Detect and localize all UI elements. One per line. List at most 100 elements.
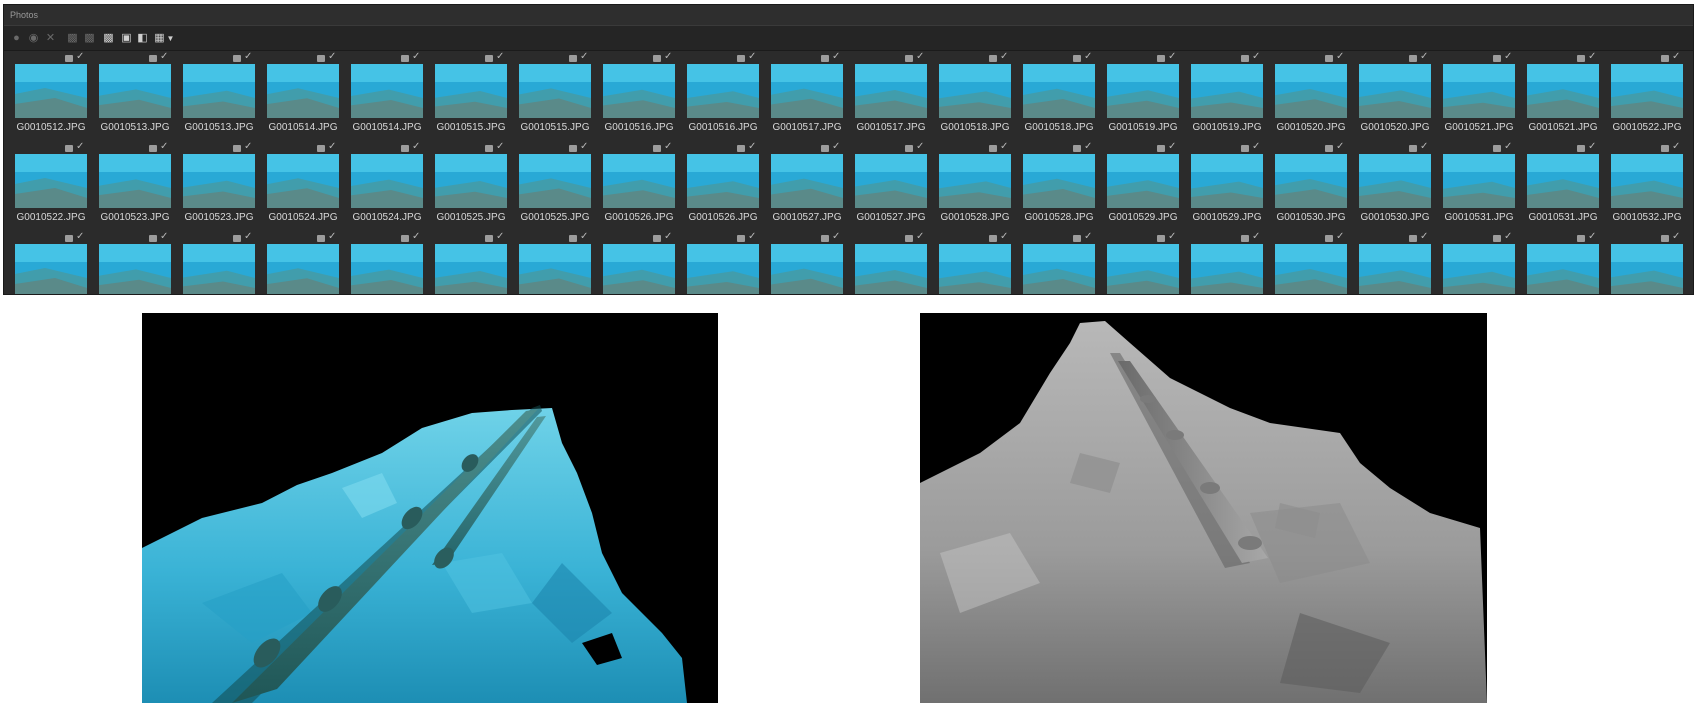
photo-thumbnail[interactable]: ✓	[1185, 232, 1269, 294]
stop-icon[interactable]: ▣	[120, 32, 133, 45]
mesh-model-view[interactable]	[920, 313, 1487, 703]
photo-thumbnail[interactable]: ✓ G0010530.JPG	[1269, 142, 1353, 234]
photo-thumbnail[interactable]: ✓ G0010515.JPG	[513, 52, 597, 144]
photo-thumbnail[interactable]: ✓ G0010530.JPG	[1353, 142, 1437, 234]
photo-thumbnail[interactable]: ✓ G0010515.JPG	[429, 52, 513, 144]
camera-copy-icon	[1577, 145, 1585, 152]
photo-thumbnail[interactable]: ✓ G0010527.JPG	[849, 142, 933, 234]
photo-thumbnail[interactable]: ✓	[177, 232, 261, 294]
photo-thumbnail[interactable]: ✓	[1437, 232, 1521, 294]
photo-thumbnail[interactable]: ✓	[9, 232, 93, 294]
photo-thumbnail[interactable]: ✓ G0010531.JPG	[1521, 142, 1605, 234]
camera-copy-icon	[1661, 55, 1669, 62]
photo-thumbnail[interactable]: ✓	[1017, 232, 1101, 294]
photo-thumbnail[interactable]: ✓ G0010520.JPG	[1353, 52, 1437, 144]
photo-thumbnail[interactable]: ✓	[1269, 231, 1353, 294]
photo-thumbnail[interactable]: ✓	[765, 232, 849, 294]
photo-thumbnail[interactable]: ✓	[681, 232, 765, 294]
photo-thumbnail[interactable]: ✓	[933, 232, 1017, 294]
photo-thumbnail[interactable]: ✓	[597, 232, 681, 294]
photo-thumbnail[interactable]: ✓ G0010523.JPG	[177, 142, 261, 234]
photo-thumbnail[interactable]: ✓ G0010524.JPG	[345, 142, 429, 234]
photo-thumbnail[interactable]: ✓ G0010524.JPG	[261, 141, 345, 234]
photo-thumbnail[interactable]: ✓	[849, 232, 933, 294]
photo-thumbnail[interactable]: ✓ G0010526.JPG	[681, 142, 765, 234]
photo-thumbnail[interactable]: ✓	[1101, 232, 1185, 294]
photo-thumbnail[interactable]: ✓ G0010516.JPG	[597, 52, 681, 144]
add-photo-icon[interactable]: ●	[10, 32, 23, 45]
photo-thumbnail[interactable]: ✓ G0010532.JPG	[1605, 142, 1689, 234]
photo-filename: G0010523.JPG	[100, 212, 170, 223]
copy-icon[interactable]: ◧	[136, 32, 149, 45]
photo-thumbnail[interactable]: ✓ G0010519.JPG	[1101, 52, 1185, 144]
checkmark-icon: ✓	[1672, 52, 1681, 62]
checkmark-icon: ✓	[76, 141, 85, 152]
camera-copy-icon	[1661, 145, 1669, 152]
photo-thumbnail[interactable]: ✓ G0010514.JPG	[261, 52, 345, 144]
photo-thumbnail[interactable]: ✓ G0010513.JPG	[177, 52, 261, 144]
photo-thumbnail-image	[1527, 154, 1599, 208]
photo-thumbnail[interactable]: ✓ G0010518.JPG	[933, 52, 1017, 144]
checkmark-icon: ✓	[328, 141, 337, 152]
photo-thumbnail[interactable]: ✓ G0010527.JPG	[765, 142, 849, 234]
photo-thumbnail[interactable]: ✓ G0010529.JPG	[1101, 142, 1185, 234]
photo-thumbnail[interactable]: ✓ G0010525.JPG	[429, 142, 513, 234]
photo-thumbnail-image	[771, 154, 843, 208]
photo-thumbnail[interactable]: ✓ G0010523.JPG	[93, 142, 177, 234]
photo-thumbnail-image	[435, 154, 507, 208]
remove-photo-icon[interactable]: ◉	[27, 32, 40, 45]
photo-thumbnail[interactable]: ✓ G0010528.JPG	[1017, 142, 1101, 234]
photo-thumbnail[interactable]: ✓	[1605, 232, 1689, 294]
align-left-icon[interactable]: ▩	[66, 32, 79, 45]
camera-copy-icon	[401, 235, 409, 242]
close-icon[interactable]: ✕	[44, 32, 57, 45]
checkmark-icon: ✓	[1252, 52, 1261, 62]
photo-thumbnail[interactable]: ✓ G0010528.JPG	[933, 142, 1017, 234]
photo-thumbnail[interactable]: ✓ G0010516.JPG	[681, 52, 765, 144]
photo-thumbnail[interactable]: ✓	[429, 232, 513, 294]
camera-copy-icon	[1493, 235, 1501, 242]
checkmark-icon: ✓	[580, 141, 589, 152]
photo-thumbnail[interactable]: ✓ G0010513.JPG	[93, 52, 177, 144]
camera-copy-icon	[485, 55, 493, 62]
photo-thumbnail[interactable]: ✓ G0010529.JPG	[1185, 142, 1269, 234]
photo-thumbnail[interactable]: ✓ G0010526.JPG	[597, 142, 681, 234]
thumbnail-status-badges: ✓	[1493, 52, 1517, 63]
photo-thumbnail[interactable]: ✓ G0010517.JPG	[765, 52, 849, 144]
photo-thumbnail[interactable]: ✓	[261, 232, 345, 294]
thumbnail-status-badges: ✓	[65, 232, 89, 243]
thumbnail-status-badges: ✓	[1493, 142, 1517, 153]
photo-filename: G0010532.JPG	[1612, 212, 1682, 223]
photo-thumbnail-image	[519, 64, 591, 118]
thumbnail-status-badges: ✓	[149, 232, 173, 243]
photo-thumbnail-image	[771, 244, 843, 294]
photo-thumbnail[interactable]: ✓ G0010518.JPG	[1017, 52, 1101, 144]
photo-thumbnail[interactable]: ✓ G0010519.JPG	[1185, 52, 1269, 144]
camera-copy-icon	[653, 235, 661, 242]
dropdown-arrow-icon[interactable]: ▼	[164, 32, 177, 45]
checkmark-icon: ✓	[1336, 231, 1345, 242]
photo-thumbnail[interactable]: ✓	[1353, 232, 1437, 294]
photo-thumbnail[interactable]: ✓	[345, 232, 429, 294]
photo-thumbnail[interactable]: ✓	[93, 232, 177, 294]
photo-thumbnail[interactable]: ✓ G0010521.JPG	[1437, 52, 1521, 144]
photo-thumbnail[interactable]: ✓ G0010514.JPG	[345, 52, 429, 144]
photo-thumbnail-image	[1611, 154, 1683, 208]
mask-icon[interactable]: ▩	[102, 32, 115, 45]
photo-thumbnail[interactable]: ✓ G0010520.JPG	[1269, 52, 1353, 144]
photo-thumbnail[interactable]: ✓ G0010522.JPG	[1605, 52, 1689, 144]
photo-thumbnail[interactable]: ✓ G0010522.JPG	[9, 141, 93, 234]
align-right-icon[interactable]: ▩	[83, 32, 96, 45]
photo-thumbnail[interactable]: ✓	[1521, 232, 1605, 294]
photo-thumbnail-image	[1611, 64, 1683, 118]
photo-thumbnail[interactable]: ✓ G0010521.JPG	[1521, 52, 1605, 144]
photo-thumbnail[interactable]: ✓ G0010517.JPG	[849, 52, 933, 144]
photo-thumbnail[interactable]: ✓ G0010531.JPG	[1437, 142, 1521, 234]
photo-thumbnail[interactable]: ✓ G0010525.JPG	[513, 141, 597, 234]
thumbnail-status-badges: ✓	[905, 142, 929, 153]
photo-thumbnail-image	[603, 154, 675, 208]
photo-filename: G0010527.JPG	[772, 212, 842, 223]
photo-thumbnail[interactable]: ✓	[513, 232, 597, 294]
textured-model-view[interactable]	[142, 313, 718, 703]
photo-thumbnail[interactable]: ✓ G0010512.JPG	[9, 52, 93, 144]
